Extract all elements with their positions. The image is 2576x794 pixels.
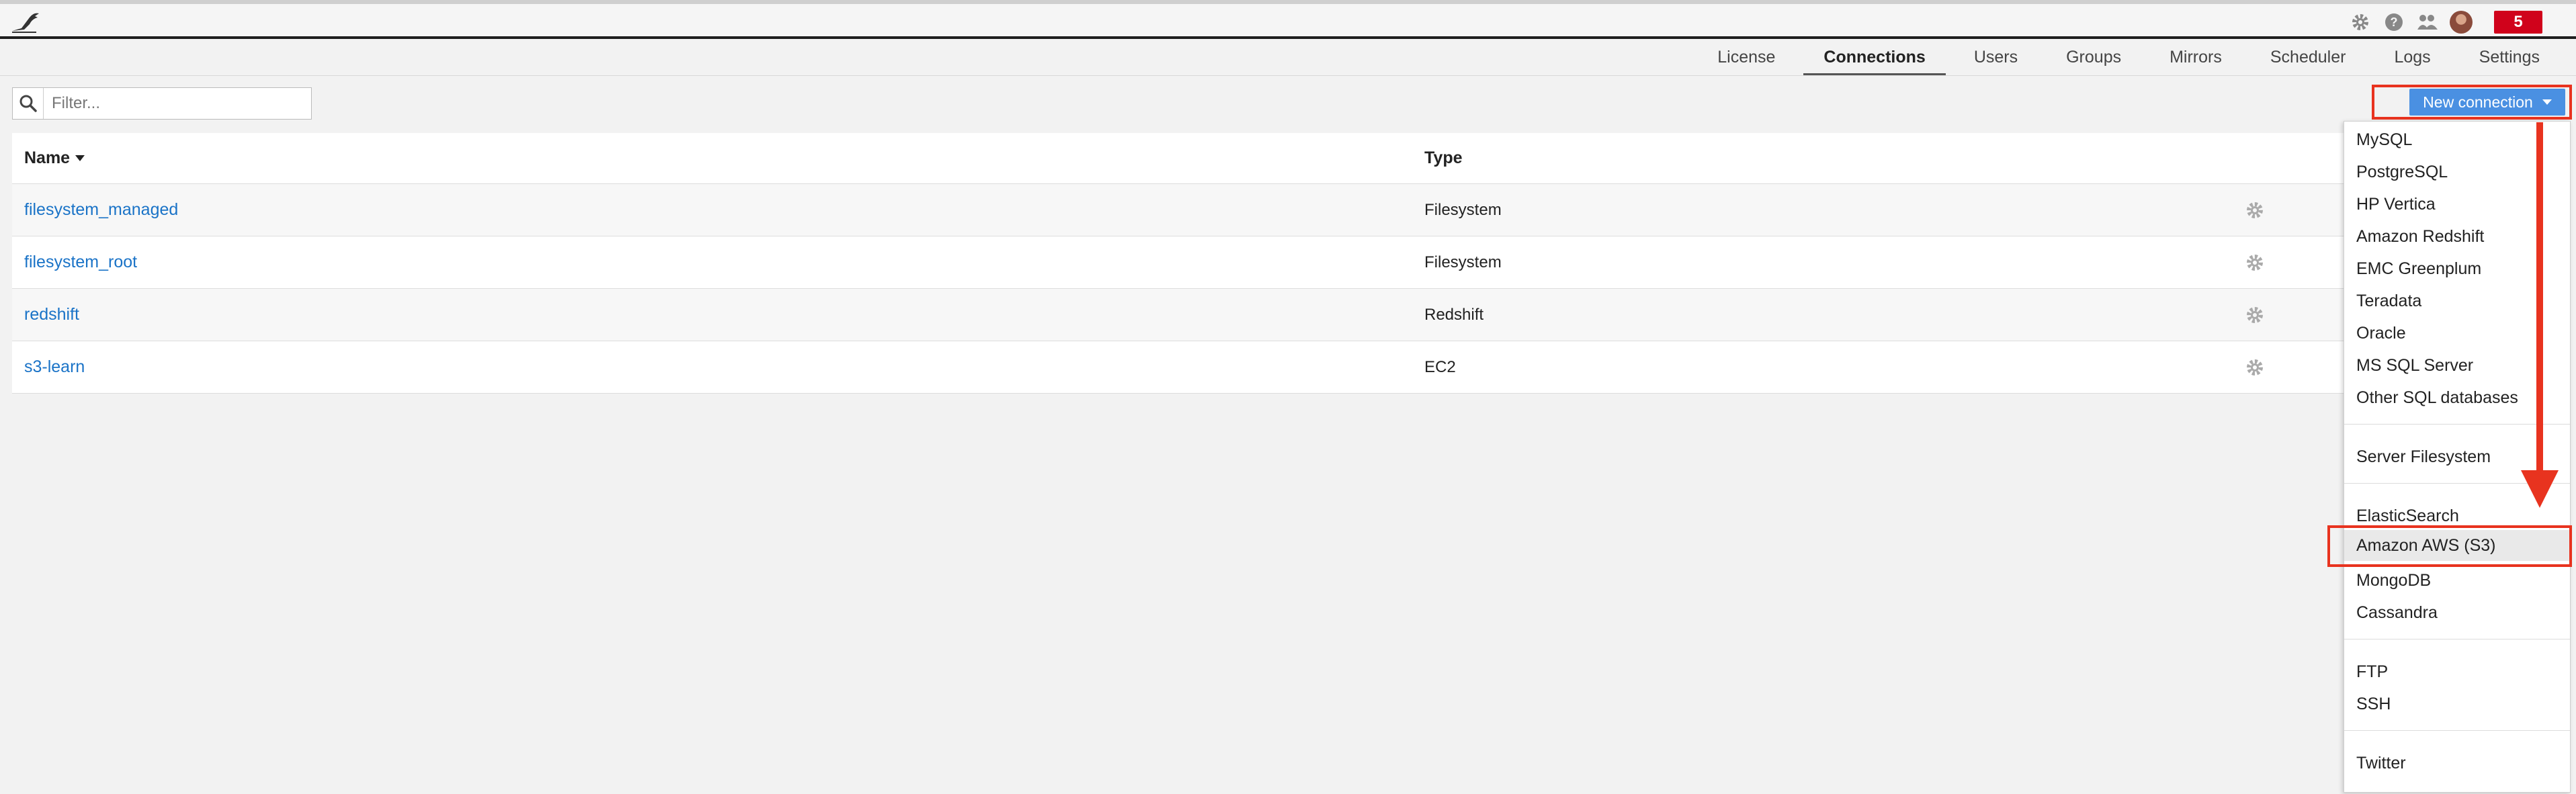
tab-mirrors[interactable]: Mirrors — [2149, 42, 2242, 75]
row-gear-icon[interactable] — [2215, 200, 2295, 220]
svg-text:?: ? — [2391, 15, 2398, 29]
new-connection-highlight: New connection — [2372, 85, 2572, 120]
table-row: filesystem_root Filesystem — [12, 236, 2344, 289]
highlight-box-amazon-s3 — [2327, 525, 2572, 567]
tab-logs[interactable]: Logs — [2374, 42, 2450, 75]
admin-tabs: License Connections Users Groups Mirrors… — [1693, 42, 2564, 75]
tab-groups[interactable]: Groups — [2046, 42, 2141, 75]
new-connection-button[interactable]: New connection — [2409, 89, 2565, 116]
table-header: Name Type — [12, 133, 2344, 184]
annotation-arrow — [2536, 122, 2543, 472]
row-gear-icon[interactable] — [2215, 357, 2295, 378]
menu-item-twitter[interactable]: Twitter — [2344, 748, 2570, 779]
menu-item-ssh[interactable]: SSH — [2344, 689, 2570, 719]
connection-name-link[interactable]: filesystem_root — [12, 253, 1422, 272]
search-icon — [13, 88, 44, 119]
column-name-label: Name — [24, 148, 71, 167]
column-header-name[interactable]: Name — [12, 148, 1422, 168]
menu-item-cassandra[interactable]: Cassandra — [2344, 597, 2570, 628]
tab-license[interactable]: License — [1697, 42, 1795, 75]
connections-table: Name Type filesystem_managed Filesystem … — [12, 133, 2344, 394]
filter-input[interactable] — [44, 89, 306, 118]
help-icon[interactable]: ? — [2382, 11, 2405, 34]
menu-divider — [2344, 730, 2570, 731]
caret-down-icon — [2542, 99, 2552, 105]
filter-box — [12, 87, 312, 120]
connection-name-link[interactable]: redshift — [12, 305, 1422, 324]
sort-desc-icon — [75, 155, 85, 161]
notification-badge[interactable]: 5 — [2494, 11, 2542, 34]
connection-name-link[interactable]: s3-learn — [12, 357, 1422, 377]
connection-name-link[interactable]: filesystem_managed — [12, 200, 1422, 220]
tab-scheduler[interactable]: Scheduler — [2250, 42, 2366, 75]
connection-type: Filesystem — [1424, 200, 1502, 219]
menu-item-ftp[interactable]: FTP — [2344, 656, 2570, 687]
table-row: s3-learn EC2 — [12, 341, 2344, 394]
logo-bird-icon[interactable] — [9, 8, 43, 35]
arrow-down-icon — [2521, 470, 2559, 508]
new-connection-label: New connection — [2423, 93, 2533, 111]
tab-users[interactable]: Users — [1954, 42, 2038, 75]
column-header-type: Type — [1424, 148, 1463, 167]
top-icons: ? 5 — [2349, 9, 2576, 35]
tab-settings[interactable]: Settings — [2459, 42, 2560, 75]
top-bar: ? 5 — [0, 0, 2576, 39]
connection-type: EC2 — [1424, 357, 1456, 376]
row-gear-icon[interactable] — [2215, 305, 2295, 325]
tabs-divider — [0, 75, 2576, 76]
table-row: filesystem_managed Filesystem — [12, 184, 2344, 236]
connection-type: Filesystem — [1424, 253, 1502, 271]
users-icon[interactable] — [2416, 11, 2439, 34]
gear-icon[interactable] — [2349, 11, 2372, 34]
table-row: redshift Redshift — [12, 289, 2344, 341]
menu-item-mongodb[interactable]: MongoDB — [2344, 565, 2570, 596]
avatar[interactable] — [2450, 11, 2473, 34]
row-gear-icon[interactable] — [2215, 253, 2295, 273]
tab-connections[interactable]: Connections — [1803, 42, 1946, 75]
connection-type: Redshift — [1424, 305, 1484, 324]
